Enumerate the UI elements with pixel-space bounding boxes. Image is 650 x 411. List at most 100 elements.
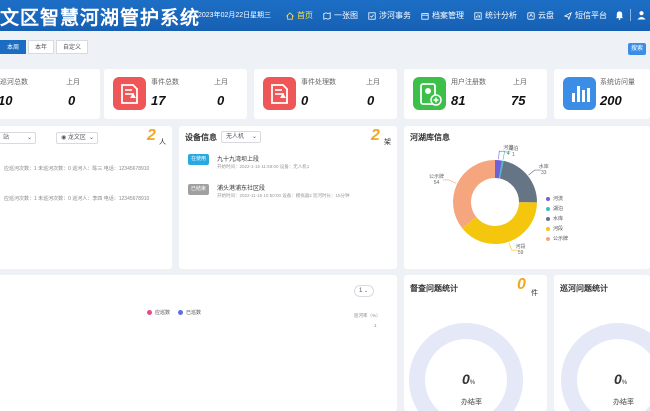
lake-panel: 河湖库信息 河流 湖泊 水库 河段 公示牌 河流 4 湖泊 1 水库 33 河段 59… — [404, 126, 650, 269]
stat-events-label: 事件总数 — [151, 79, 179, 86]
device-meta: 开始时间：2022-11-15 10:50:00 设备：模拟器2 巡河时长：15… — [217, 193, 350, 198]
donut-slice-河段 — [462, 202, 537, 244]
device-name[interactable]: 浦头港浦东社区段 — [217, 183, 265, 192]
nav-sms-label: 短信平台 — [575, 11, 607, 20]
donut-slice-公示牌 — [453, 160, 495, 229]
bell-icon[interactable] — [615, 10, 624, 20]
stat-card-visits: 系统访问量 200 — [554, 69, 650, 119]
nav-affairs-label: 涉河事务 — [379, 11, 411, 20]
add-user-icon — [413, 77, 446, 110]
device-name[interactable]: 九十九湾坝上段 — [217, 154, 259, 163]
chevron-down-icon: ⌄ — [26, 135, 32, 141]
station-select[interactable]: 站 ⌄ — [0, 132, 36, 144]
nav-home[interactable]: 首页 — [286, 10, 313, 21]
header-actions — [615, 9, 646, 21]
donut-label: 公示牌 54 — [429, 173, 445, 186]
inspector-panel: 站 ⌄ ◉ 龙文区 ⌄ 2 人 应巡河次数：1 未巡河次数：0 巡河人：陈三 电… — [0, 126, 172, 269]
task-icon — [368, 11, 376, 20]
nav-cloud[interactable]: 云盘 — [527, 10, 554, 21]
patrol-rate-value: 0 — [614, 371, 622, 387]
rate-axis-label: 巡河率（%） — [354, 313, 381, 318]
legend-item: 公示牌 — [546, 235, 568, 242]
tab-week[interactable]: 本周 — [0, 40, 27, 54]
tab-year[interactable]: 本年 — [28, 40, 55, 54]
inspector-count-unit: 人 — [159, 139, 166, 146]
stat-events-last-value: 0 — [217, 93, 225, 108]
analytics-icon — [474, 11, 482, 20]
nav-archive[interactable]: 档案管理 — [421, 10, 464, 21]
stat-events-last-label: 上月 — [214, 79, 228, 86]
archive-icon — [421, 12, 429, 20]
lake-donut-chart — [443, 150, 541, 251]
cloud-icon — [527, 11, 535, 20]
nav-affairs[interactable]: 涉河事务 — [368, 10, 411, 21]
stat-visits-label: 系统访问量 — [600, 79, 635, 86]
stat-patrols-last-label: 上月 — [66, 79, 80, 86]
supervise-rate: 0% — [462, 371, 475, 389]
stat-card-events: 事件总数 上月 17 0 — [104, 69, 247, 119]
district-select[interactable]: ◉ 龙文区 ⌄ — [56, 132, 98, 144]
donut-label: 河段 59 — [515, 244, 526, 257]
nav-home-label: 首页 — [297, 11, 313, 20]
search-button[interactable]: 搜索 — [628, 43, 646, 55]
chevron-down-icon: ⌄ — [88, 135, 94, 141]
current-date: 2023年02月22日 — [198, 12, 251, 19]
stat-handled-value: 0 — [301, 93, 309, 108]
app-header: 文区智慧河湖管护系统 2023年02月22日 星期三 首页 一张图 涉河事务 档… — [0, 0, 650, 31]
stat-users-value: 81 — [451, 93, 466, 108]
header-divider — [630, 9, 631, 21]
supervise-rate-ring — [409, 323, 523, 411]
stat-card-patrols: 巡河总数 上月 10 0 — [0, 69, 100, 119]
event-icon — [113, 77, 146, 110]
stat-users-last-value: 75 — [511, 93, 526, 108]
location-icon: ◉ — [61, 135, 67, 141]
stat-card-handled: 事件处理数 上月 0 0 — [254, 69, 397, 119]
nav-cloud-label: 云盘 — [538, 11, 554, 20]
supervise-rate-value: 0 — [462, 371, 470, 387]
nav-archive-label: 档案管理 — [432, 11, 464, 20]
stat-handled-last-label: 上月 — [366, 79, 380, 86]
patrol-rate-unit: % — [621, 380, 628, 386]
send-icon — [564, 11, 572, 20]
legend-item: 湖泊 — [546, 205, 563, 212]
device-type-select[interactable]: 无人机 ⌄ — [221, 131, 261, 143]
stat-visits-value: 200 — [600, 93, 622, 108]
device-panel: 设备信息 无人机 ⌄ 2 架 在使用 九十九湾坝上段 开始时间：2022-1-1… — [179, 126, 397, 269]
inspector-count: 2 — [147, 127, 156, 144]
app-title: 文区智慧河湖管护系统 — [0, 7, 201, 29]
stat-users-label: 用户注册数 — [451, 79, 486, 86]
chevron-down-icon: ⌄ — [364, 288, 369, 294]
legend-item: 应巡数 — [147, 309, 170, 316]
nav-analytics[interactable]: 统计分析 — [474, 10, 517, 21]
chevron-down-icon: ⌄ — [251, 134, 257, 140]
nav-map[interactable]: 一张图 — [323, 10, 358, 21]
district-select-value: 龙文区 — [67, 135, 86, 141]
stat-patrols-last-value: 0 — [68, 93, 76, 108]
user-icon[interactable] — [637, 10, 646, 20]
map-icon — [323, 11, 331, 20]
stat-events-value: 17 — [151, 93, 166, 108]
inspector-row: 应巡河次数：1 未巡河次数：0 巡河人：李四 电话：12345678910 — [4, 196, 150, 202]
bar-chart-icon — [563, 77, 596, 110]
chart-filter-value: 1 — [359, 288, 363, 294]
patrol-chart-panel: 1 ⌄ 应巡数 已巡数 巡河率（%） 1 — [0, 275, 397, 411]
stat-card-users: 用户注册数 上月 81 75 — [404, 69, 547, 119]
chart-filter-select[interactable]: 1 ⌄ — [354, 285, 374, 297]
patrol-rate-label: 办结率 — [613, 399, 634, 406]
rate-axis-value: 1 — [374, 323, 377, 328]
status-badge: 在使用 — [188, 154, 209, 165]
tab-custom[interactable]: 自定义 — [56, 40, 89, 54]
nav-map-label: 一张图 — [334, 11, 358, 20]
donut-leader-line — [443, 179, 457, 184]
handled-event-icon — [263, 77, 296, 110]
stat-patrols-value: 10 — [0, 93, 13, 108]
nav-sms[interactable]: 短信平台 — [564, 10, 607, 21]
patrol-rate: 0% — [614, 371, 627, 389]
device-type-value: 无人机 — [226, 134, 245, 140]
status-badge: 已结束 — [188, 184, 209, 195]
stat-handled-label: 事件处理数 — [301, 79, 336, 86]
legend-item: 已巡数 — [178, 309, 201, 316]
home-icon — [286, 11, 294, 20]
stat-users-last-label: 上月 — [513, 79, 527, 86]
device-count: 2 — [371, 127, 380, 144]
